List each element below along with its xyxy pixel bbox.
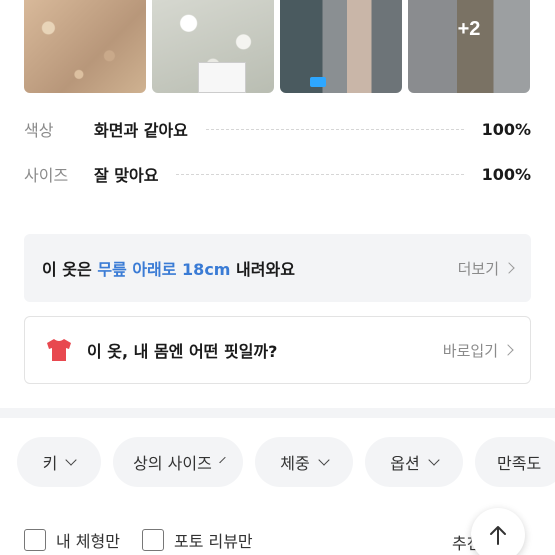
rating-percent: 100% bbox=[481, 164, 531, 184]
dotted-leader bbox=[205, 128, 464, 130]
length-info-card[interactable]: 이 옷은 무릎 아래로 18cm 내려와요 더보기 bbox=[24, 234, 531, 302]
chevron-right-icon bbox=[503, 262, 515, 274]
rating-key: 사이즈 bbox=[24, 166, 69, 185]
rating-row-size: 사이즈 잘 맞아요 100% bbox=[24, 162, 531, 186]
filter-label: 키 bbox=[42, 454, 58, 473]
filter-label: 옵션 bbox=[390, 454, 420, 473]
filter-label: 체중 bbox=[280, 454, 310, 473]
filter-height[interactable]: 키 bbox=[17, 437, 101, 487]
rating-row-color: 색상 화면과 같아요 100% bbox=[24, 117, 531, 141]
review-photo[interactable] bbox=[152, 0, 274, 93]
review-options: 내 체형만 포토 리뷰만 bbox=[24, 528, 275, 552]
filter-satisfaction[interactable]: 만족도 bbox=[475, 437, 555, 487]
rating-value: 화면과 같아요 bbox=[94, 121, 188, 140]
filter-weight[interactable]: 체중 bbox=[255, 437, 353, 487]
filter-top-size[interactable]: 상의 사이즈 bbox=[113, 437, 243, 487]
section-divider bbox=[0, 408, 555, 418]
rating-percent: 100% bbox=[481, 119, 531, 139]
try-on-link[interactable]: 바로입기 bbox=[442, 340, 514, 361]
length-message: 이 옷은 무릎 아래로 18cm 내려와요 bbox=[42, 256, 295, 280]
chevron-down-icon bbox=[318, 453, 330, 466]
dotted-leader bbox=[176, 173, 464, 175]
photo-detail bbox=[310, 77, 326, 87]
length-suffix: 내려와요 bbox=[230, 260, 295, 279]
rating-key: 색상 bbox=[24, 121, 54, 140]
review-photo[interactable] bbox=[280, 0, 402, 93]
filter-label: 상의 사이즈 bbox=[133, 454, 212, 473]
chevron-right-icon bbox=[502, 344, 514, 356]
length-prefix: 이 옷은 bbox=[42, 260, 98, 279]
filter-option[interactable]: 옵션 bbox=[365, 437, 463, 487]
more-link[interactable]: 더보기 bbox=[457, 258, 515, 279]
my-body-label[interactable]: 내 체형만 bbox=[56, 528, 120, 552]
more-link-label: 더보기 bbox=[457, 259, 499, 278]
rating-value: 잘 맞아요 bbox=[94, 166, 159, 185]
review-photo[interactable] bbox=[24, 0, 146, 93]
chevron-down-icon bbox=[428, 453, 440, 466]
filter-label: 만족도 bbox=[497, 454, 542, 473]
photo-review-label[interactable]: 포토 리뷰만 bbox=[174, 528, 253, 552]
fit-message: 이 옷, 내 몸엔 어떤 핏일까? bbox=[87, 342, 278, 361]
arrow-up-icon bbox=[490, 526, 506, 545]
price-tag-image bbox=[198, 62, 246, 93]
review-photo-strip: +2 bbox=[24, 0, 530, 93]
more-photos-count: +2 bbox=[408, 0, 530, 93]
chevron-down-icon bbox=[219, 456, 226, 463]
try-on-label: 바로입기 bbox=[442, 341, 498, 360]
length-highlight: 무릎 아래로 18cm bbox=[97, 260, 231, 279]
chevron-down-icon bbox=[65, 453, 78, 466]
scroll-to-top-button[interactable] bbox=[471, 508, 525, 555]
review-photo-more[interactable]: +2 bbox=[408, 0, 530, 93]
fit-try-on-card[interactable]: 이 옷, 내 몸엔 어떤 핏일까? 바로입기 bbox=[24, 316, 531, 384]
shirt-icon bbox=[47, 339, 71, 361]
filter-bar: 키 상의 사이즈 체중 옵션 만족도 bbox=[17, 437, 555, 487]
my-body-checkbox[interactable] bbox=[24, 529, 46, 551]
photo-review-checkbox[interactable] bbox=[141, 529, 164, 551]
